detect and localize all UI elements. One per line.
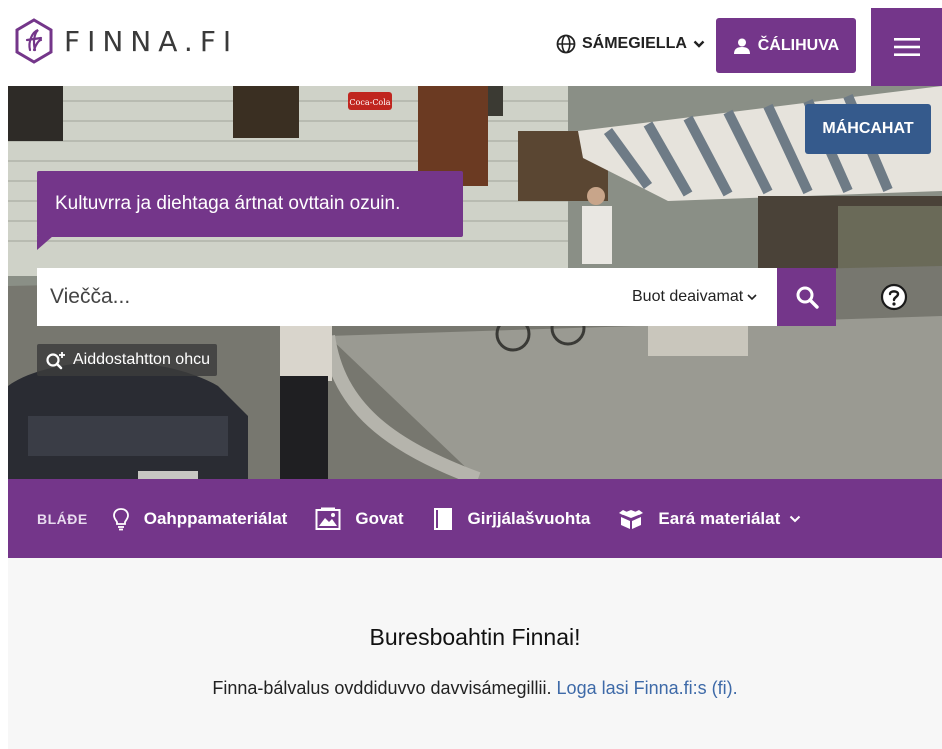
browse-item-images[interactable]: Govat <box>315 507 404 531</box>
browse-item-label: Oahppamateriálat <box>143 508 288 528</box>
browse-item-label: Eará materiálat <box>658 508 781 528</box>
login-button[interactable]: ČÁLIHUVA <box>716 18 856 73</box>
tagline-text: Kultuvrra ja diehtaga ártnat ovttain ozu… <box>55 193 401 214</box>
browse-item-learning-materials[interactable]: Oahppamateriálat <box>112 507 288 531</box>
hamburger-icon <box>893 38 920 56</box>
search-input[interactable] <box>50 268 570 326</box>
read-more-link[interactable]: Loga lasi Finna.fi:s (fi). <box>557 678 738 698</box>
news-button[interactable]: MÁHCAHAT <box>805 104 931 154</box>
user-icon <box>733 38 750 54</box>
advanced-search-label: Aiddostahtton ohcu <box>73 351 210 368</box>
browse-bar: BLÁĐE Oahppamateriálat Govat Girjjálašvu… <box>8 479 942 558</box>
browse-item-other-materials[interactable]: Eará materiálat <box>618 507 801 531</box>
language-label: SÁMEGIELLA <box>582 35 687 52</box>
book-icon <box>433 507 452 530</box>
browse-item-label: Govat <box>355 508 404 528</box>
help-icon[interactable] <box>880 283 908 311</box>
search-button[interactable] <box>777 268 836 326</box>
welcome-section: Buresboahtin Finnai! Finna-bálvalus ovdd… <box>8 558 942 749</box>
chevron-down-icon <box>693 40 705 48</box>
globe-icon <box>556 34 576 54</box>
browse-item-label: Girjjálašvuohta <box>467 508 591 528</box>
search-scope-label: Buot deaivamat <box>632 288 744 305</box>
finna-logo-icon <box>15 18 53 64</box>
site-header: FINNA.FI SÁMEGIELLA ČÁLIHUVA <box>0 0 942 86</box>
welcome-text-body: Finna-bálvalus ovddiduvvo davvisámegilli… <box>212 678 552 698</box>
welcome-title: Buresboahtin Finnai! <box>369 624 581 650</box>
chevron-down-icon <box>747 294 757 301</box>
box-icon <box>619 509 644 529</box>
language-selector[interactable]: SÁMEGIELLA <box>556 34 711 54</box>
chevron-down-icon <box>790 515 801 522</box>
browse-label: BLÁĐE <box>37 510 88 527</box>
sign-text: Coca-Cola <box>349 98 390 107</box>
browse-item-literature[interactable]: Girjjálašvuohta <box>432 507 591 531</box>
finna-logo[interactable]: FINNA.FI <box>14 18 238 64</box>
image-icon <box>315 507 341 530</box>
menu-button[interactable] <box>871 8 942 86</box>
welcome-text: Finna-bálvalus ovddiduvvo davvisámegilli… <box>8 678 942 699</box>
search-icon <box>796 286 819 309</box>
advanced-search-link[interactable]: Aiddostahtton ohcu <box>37 344 217 376</box>
tagline-bubble: Kultuvrra ja diehtaga ártnat ovttain ozu… <box>37 171 463 237</box>
search-box: Buot deaivamat <box>37 268 777 326</box>
logo-text: FINNA.FI <box>64 24 239 58</box>
search-plus-icon <box>46 352 65 370</box>
search-scope-select[interactable]: Buot deaivamat <box>632 268 757 326</box>
login-label: ČÁLIHUVA <box>757 36 840 54</box>
hero-banner: Coca-Cola MÁHCAHAT Kultuvrra ja diehtaga… <box>8 86 942 479</box>
tagline-bubble-tail <box>37 236 53 250</box>
lightbulb-icon <box>112 507 129 530</box>
